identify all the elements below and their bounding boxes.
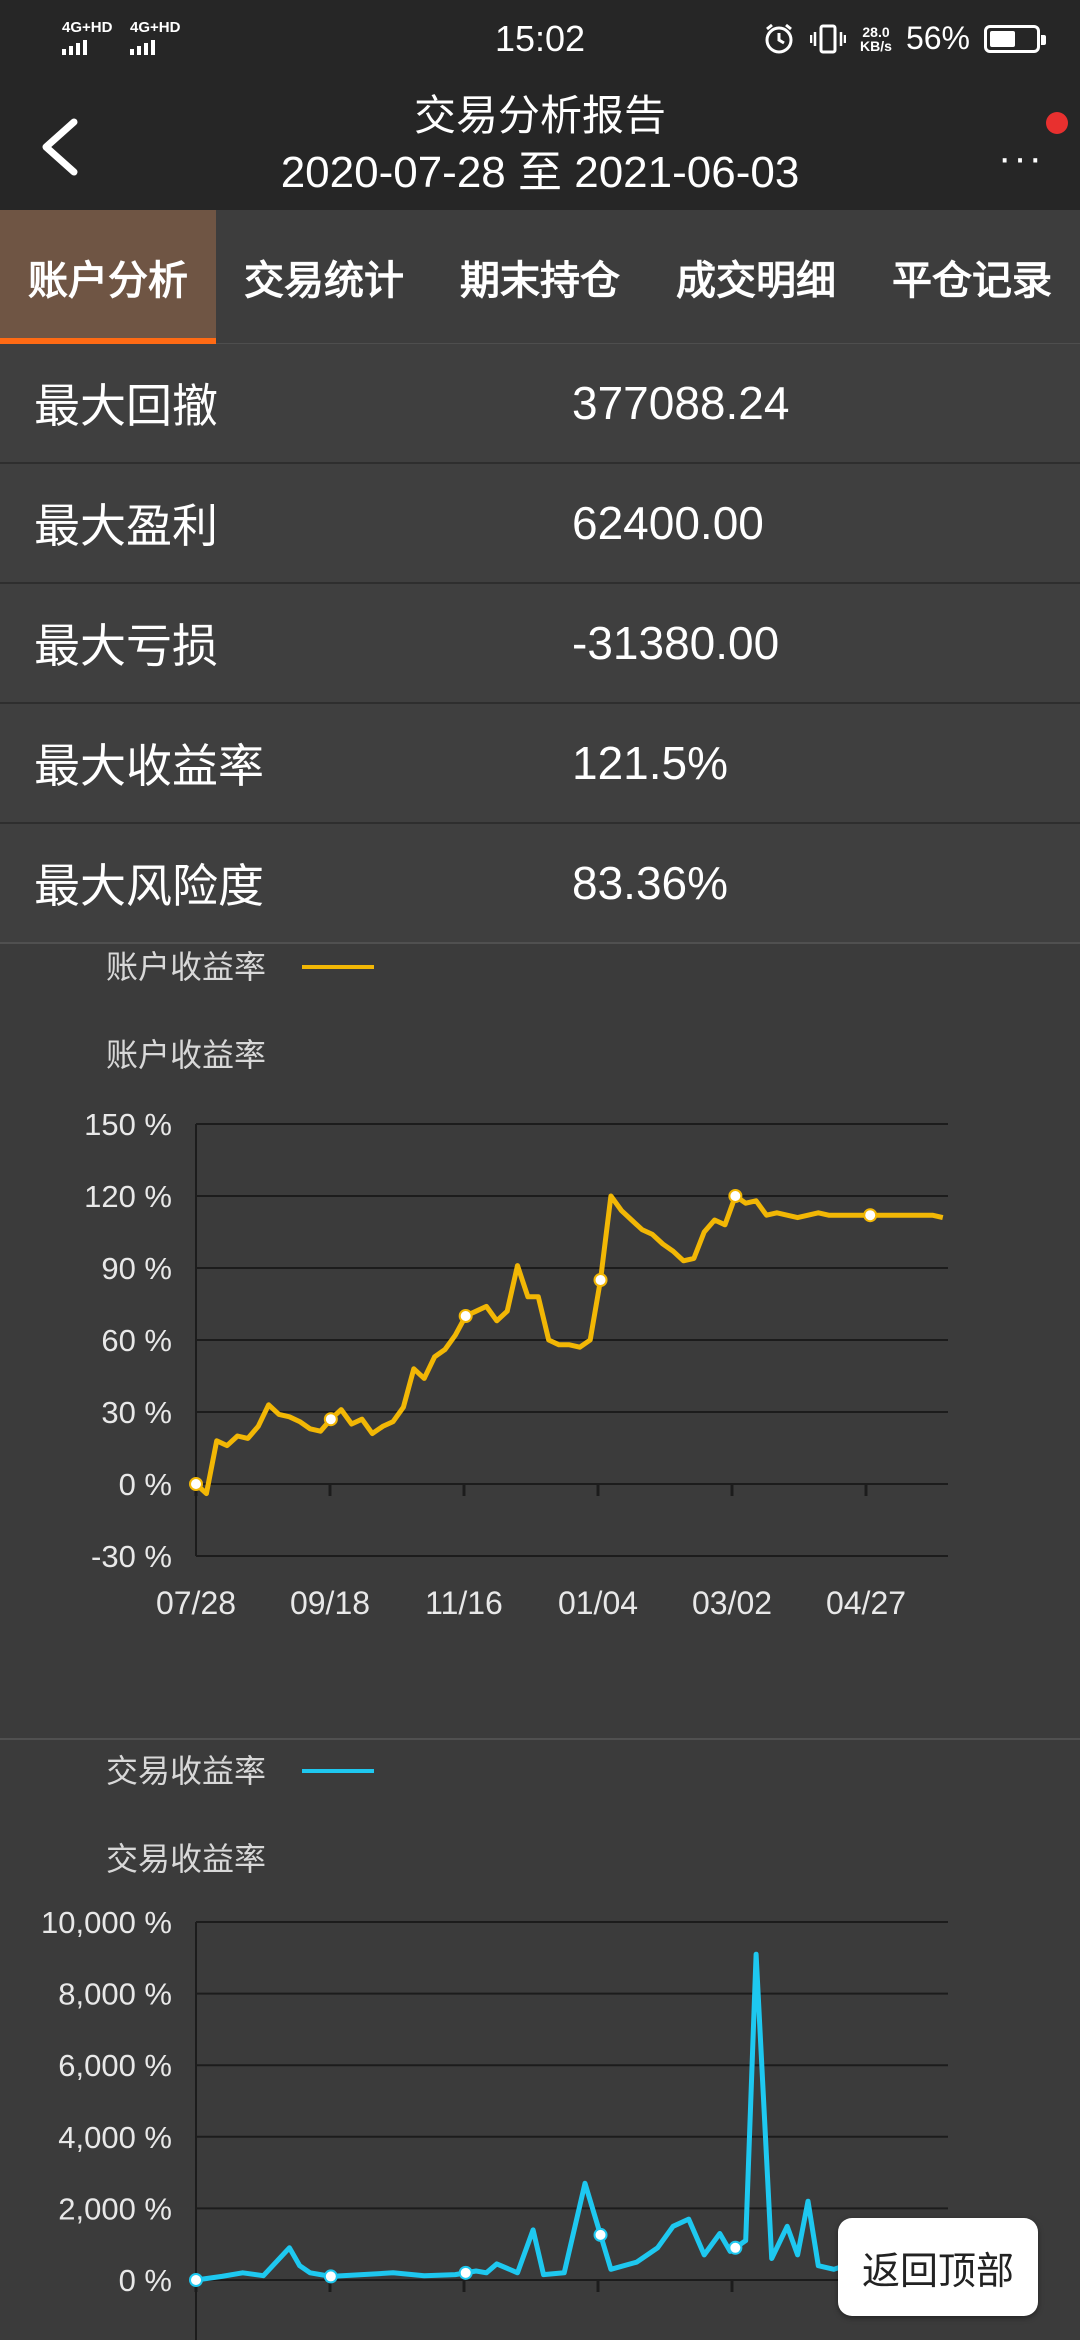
y-tick-label: 6,000 % [58, 2048, 172, 2083]
x-tick-label: 07/28 [156, 1585, 236, 1621]
y-tick-label: 0 % [119, 1467, 172, 1502]
more-options-icon[interactable]: ··· [998, 136, 1044, 181]
page-title: 交易分析报告 [413, 92, 666, 139]
alarm-icon [765, 23, 793, 53]
net-speed: 28.0 KB/s [860, 25, 892, 53]
net-speed-unit: KB/s [860, 37, 892, 54]
tab-account-analysis[interactable]: 账户分析 [0, 210, 216, 344]
legend-label: 账户收益率 [106, 949, 266, 985]
legend-label: 交易收益率 [106, 1753, 266, 1789]
y-tick-label: 90 % [101, 1251, 172, 1286]
data-point-marker [189, 1477, 203, 1491]
metric-label: 最大盈利 [34, 500, 218, 552]
data-point-marker [189, 2273, 203, 2287]
metrics-list: 最大回撤 377088.24 最大盈利 62400.00 最大亏损 -31380… [0, 344, 1080, 944]
series-line [195, 1951, 943, 2283]
data-point-marker [593, 2227, 608, 2242]
back-to-top-button[interactable]: 返回顶部 [838, 2218, 1038, 2316]
metric-value: 62400.00 [572, 497, 764, 549]
data-point-marker [323, 2269, 338, 2284]
metric-label: 最大收益率 [34, 740, 264, 792]
metric-row-max-risk: 最大风险度 83.36% [0, 824, 1080, 944]
date-range: 2020-07-28 至 2021-06-03 [280, 148, 800, 197]
metric-row-max-profit: 最大盈利 62400.00 [0, 464, 1080, 584]
y-tick-label: 60 % [101, 1323, 172, 1358]
metric-row-max-return: 最大收益率 121.5% [0, 704, 1080, 824]
data-point-marker [458, 2265, 473, 2280]
net-speed-value: 28.0 [862, 23, 890, 40]
y-tick-label: -30 % [91, 1539, 172, 1574]
metric-value: 83.36% [572, 857, 729, 909]
metric-label: 最大风险度 [34, 860, 264, 912]
y-tick-label: 8,000 % [58, 1977, 172, 2012]
metric-label: 最大亏损 [34, 620, 218, 672]
tab-bar: 账户分析 交易统计 期末持仓 成交明细 平仓记录 [0, 210, 1080, 344]
chart-title: 交易收益率 [106, 1841, 266, 1877]
data-point-marker [593, 1273, 608, 1287]
tab-trade-details[interactable]: 成交明细 [648, 210, 864, 344]
battery-percent: 56% [905, 20, 970, 56]
x-tick-label: 09/18 [290, 1585, 370, 1621]
metric-row-max-drawdown: 最大回撤 377088.24 [0, 344, 1080, 464]
account-return-section: 账户收益率 账户收益率 150 % 120 % 90 % 60 % 30 % 0 % -30 %… [0, 944, 1080, 1738]
metric-value: 377088.24 [572, 377, 790, 429]
y-tick-label: 2,000 % [58, 2191, 172, 2226]
status-bar: 4G+HD 4G+HD 15:02 28.0 KB/s 56% [0, 0, 1080, 84]
battery-icon [984, 24, 1046, 53]
y-tick-label: 120 % [84, 1179, 172, 1214]
metric-label: 最大回撤 [34, 380, 218, 432]
data-point-marker [458, 1309, 473, 1323]
series-line [194, 1193, 944, 1497]
data-point-marker [863, 1208, 878, 1223]
chart-title: 账户收益率 [106, 1037, 266, 1073]
x-tick-label: 04/27 [826, 1585, 906, 1621]
vibrate-icon [810, 24, 847, 53]
metric-row-max-loss: 最大亏损 -31380.00 [0, 584, 1080, 704]
notification-dot [1046, 112, 1068, 134]
y-tick-label: 150 % [84, 1107, 172, 1142]
x-tick-label: 01/04 [558, 1585, 638, 1621]
y-tick-label: 10,000 % [41, 1905, 172, 1940]
data-point-marker [323, 1412, 338, 1427]
y-tick-label: 4,000 % [58, 2120, 172, 2155]
tab-close-records[interactable]: 平仓记录 [864, 210, 1080, 344]
x-tick-label: 11/16 [425, 1585, 503, 1621]
metric-value: -31380.00 [572, 617, 780, 669]
account-return-chart: 账户收益率账户收益率150 %120 %90 %60 %30 %0 %-30 %… [84, 949, 948, 1621]
data-point-marker [728, 1189, 743, 1203]
app-header: 交易分析报告 2020-07-28 至 2021-06-03 ··· [0, 84, 1080, 210]
tab-trade-statistics[interactable]: 交易统计 [216, 210, 432, 344]
x-tick-label: 03/02 [692, 1585, 772, 1621]
metric-value: 121.5% [572, 737, 729, 789]
tab-end-positions[interactable]: 期末持仓 [432, 210, 648, 344]
status-right-group: 28.0 KB/s 56% [762, 20, 1046, 57]
battery-fill [990, 30, 1015, 47]
y-tick-label: 0 % [119, 2263, 172, 2298]
data-point-marker [728, 2240, 743, 2255]
y-tick-label: 30 % [101, 1395, 172, 1430]
